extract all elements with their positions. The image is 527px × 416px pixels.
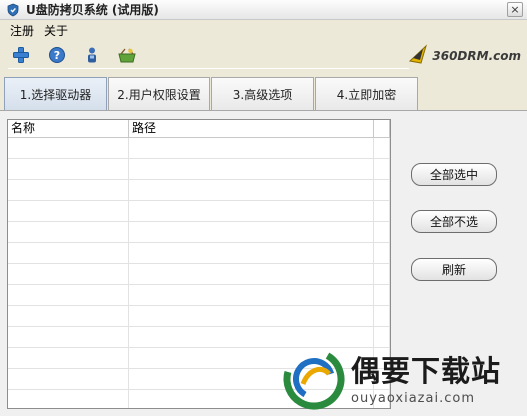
table-cell: [374, 138, 390, 159]
user-icon: [83, 46, 101, 67]
table-header: 名称 路径: [8, 120, 390, 138]
table-cell: [8, 306, 129, 327]
watermark-logo-icon: [283, 348, 345, 413]
help-button[interactable]: ?: [47, 46, 67, 66]
deselect-all-button[interactable]: 全部不选: [411, 210, 497, 233]
menu-bar: 注册 关于: [0, 20, 527, 40]
table-cell: [8, 159, 129, 180]
menu-about[interactable]: 关于: [44, 22, 68, 39]
table-cell: [129, 327, 374, 348]
table-cell: [8, 369, 129, 390]
table-row[interactable]: [8, 180, 390, 201]
table-cell: [374, 243, 390, 264]
table-cell: [129, 201, 374, 222]
user-button[interactable]: [82, 46, 102, 66]
table-row[interactable]: [8, 138, 390, 159]
table-cell: [8, 264, 129, 285]
table-cell: [129, 243, 374, 264]
table-cell: [8, 390, 129, 408]
table-row[interactable]: [8, 306, 390, 327]
table-cell: [129, 264, 374, 285]
brand-logo: 360DRM.com: [407, 44, 521, 67]
refresh-button[interactable]: 刷新: [411, 258, 497, 281]
tab-user-permissions[interactable]: 2.用户权限设置: [108, 77, 210, 110]
table-cell: [374, 327, 390, 348]
table-row[interactable]: [8, 264, 390, 285]
add-icon: [12, 46, 30, 67]
table-cell: [129, 306, 374, 327]
menu-register[interactable]: 注册: [10, 22, 34, 39]
table-cell: [8, 285, 129, 306]
tab-advanced-options[interactable]: 3.高级选项: [211, 77, 314, 110]
watermark: 偶要下载站 ouyaoxiazai.com: [283, 347, 523, 413]
column-extra-header: [374, 120, 390, 138]
table-cell: [129, 138, 374, 159]
table-cell: [129, 285, 374, 306]
tab-strip: 1.选择驱动器 2.用户权限设置 3.高级选项 4.立即加密: [4, 77, 419, 110]
basket-button[interactable]: [117, 46, 137, 66]
brand-text: 360DRM.com: [432, 48, 521, 63]
table-cell: [8, 222, 129, 243]
svg-text:?: ?: [54, 49, 60, 62]
table-row[interactable]: [8, 201, 390, 222]
table-cell: [8, 348, 129, 369]
app-shield-icon: [6, 3, 20, 17]
close-button[interactable]: ×: [507, 2, 523, 17]
table-cell: [374, 159, 390, 180]
table-cell: [374, 285, 390, 306]
table-cell: [8, 180, 129, 201]
table-row[interactable]: [8, 243, 390, 264]
table-cell: [8, 138, 129, 159]
table-cell: [374, 306, 390, 327]
table-cell: [374, 180, 390, 201]
tab-select-drive[interactable]: 1.选择驱动器: [4, 77, 107, 110]
table-row[interactable]: [8, 285, 390, 306]
table-cell: [8, 243, 129, 264]
table-cell: [129, 180, 374, 201]
add-button[interactable]: [11, 46, 31, 66]
table-cell: [129, 222, 374, 243]
watermark-url: ouyaoxiazai.com: [351, 390, 475, 406]
table-row[interactable]: [8, 159, 390, 180]
window-title: U盘防拷贝系统 (试用版): [26, 3, 159, 17]
table-cell: [129, 159, 374, 180]
table-row[interactable]: [8, 222, 390, 243]
table-row[interactable]: [8, 327, 390, 348]
table-cell: [374, 222, 390, 243]
help-icon: ?: [48, 46, 66, 67]
column-path-header[interactable]: 路径: [129, 120, 374, 138]
table-cell: [374, 264, 390, 285]
watermark-text: 偶要下载站 ouyaoxiazai.com: [351, 355, 501, 406]
watermark-title: 偶要下载站: [351, 353, 502, 388]
select-all-button[interactable]: 全部选中: [411, 163, 497, 186]
table-cell: [8, 201, 129, 222]
table-cell: [374, 201, 390, 222]
brand-arrow-icon: [407, 44, 429, 67]
table-cell: [8, 327, 129, 348]
toolbar-separator: [8, 68, 409, 69]
column-name-header[interactable]: 名称: [8, 120, 129, 138]
basket-icon: [117, 46, 137, 67]
tab-encrypt-now[interactable]: 4.立即加密: [315, 77, 418, 110]
title-bar: U盘防拷贝系统 (试用版) ×: [0, 0, 527, 20]
